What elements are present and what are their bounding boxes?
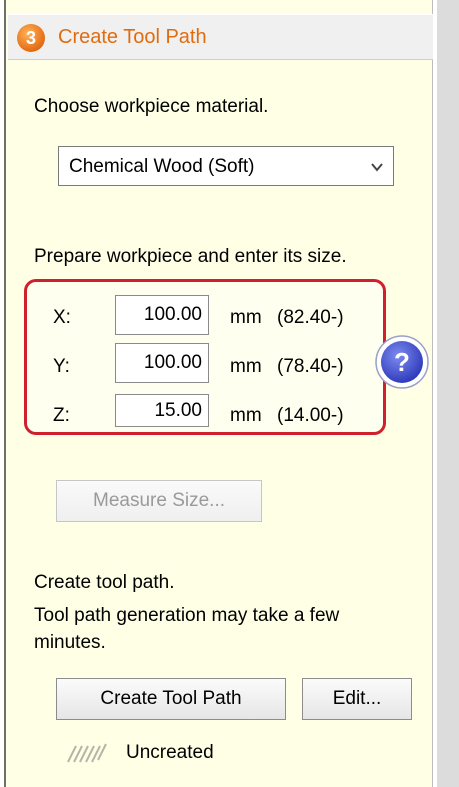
chevron-down-icon [371,163,383,172]
material-select-value: Chemical Wood (Soft) [69,156,255,177]
z-size-input[interactable]: 15.00 [115,394,209,427]
toolpath-note-line1: Tool path generation may take a few [34,605,340,626]
toolpath-label: Create tool path. [34,572,175,593]
size-inputs-highlight: X: 100.00 mm (82.40-) Y: 100.00 mm (78.4… [24,279,386,435]
step-number-icon: 3 [17,24,45,52]
y-size-input[interactable]: 100.00 [115,343,209,383]
axis-label-z: Z: [53,405,70,426]
material-label: Choose workpiece material. [34,96,269,117]
axis-label-y: Y: [53,356,70,377]
axis-label-x: X: [53,307,71,328]
panel-header: 3 Create Tool Path [8,14,433,60]
question-icon[interactable]: ? [374,334,430,390]
x-min-range: (82.40-) [277,307,344,328]
create-tool-path-panel: 3 Create Tool Path Choose workpiece mate… [4,0,433,787]
x-unit: mm [230,307,262,328]
size-label: Prepare workpiece and enter its size. [34,246,347,267]
create-tool-path-button[interactable]: Create Tool Path [56,678,286,720]
toolpath-note-line2: minutes. [34,632,106,653]
panel-title: Create Tool Path [58,26,207,48]
y-min-range: (78.40-) [277,356,344,377]
z-min-range: (14.00-) [277,405,344,426]
x-size-input[interactable]: 100.00 [115,295,209,335]
scrollbar-area[interactable] [437,0,459,787]
toolpath-status-icon [67,743,107,763]
step-number: 3 [26,28,36,48]
z-unit: mm [230,405,262,426]
material-select[interactable]: Chemical Wood (Soft) [58,146,394,186]
toolpath-status: Uncreated [126,742,214,763]
measure-size-button[interactable]: Measure Size... [56,480,262,522]
svg-text:?: ? [394,347,410,377]
edit-button[interactable]: Edit... [302,678,412,720]
y-unit: mm [230,356,262,377]
